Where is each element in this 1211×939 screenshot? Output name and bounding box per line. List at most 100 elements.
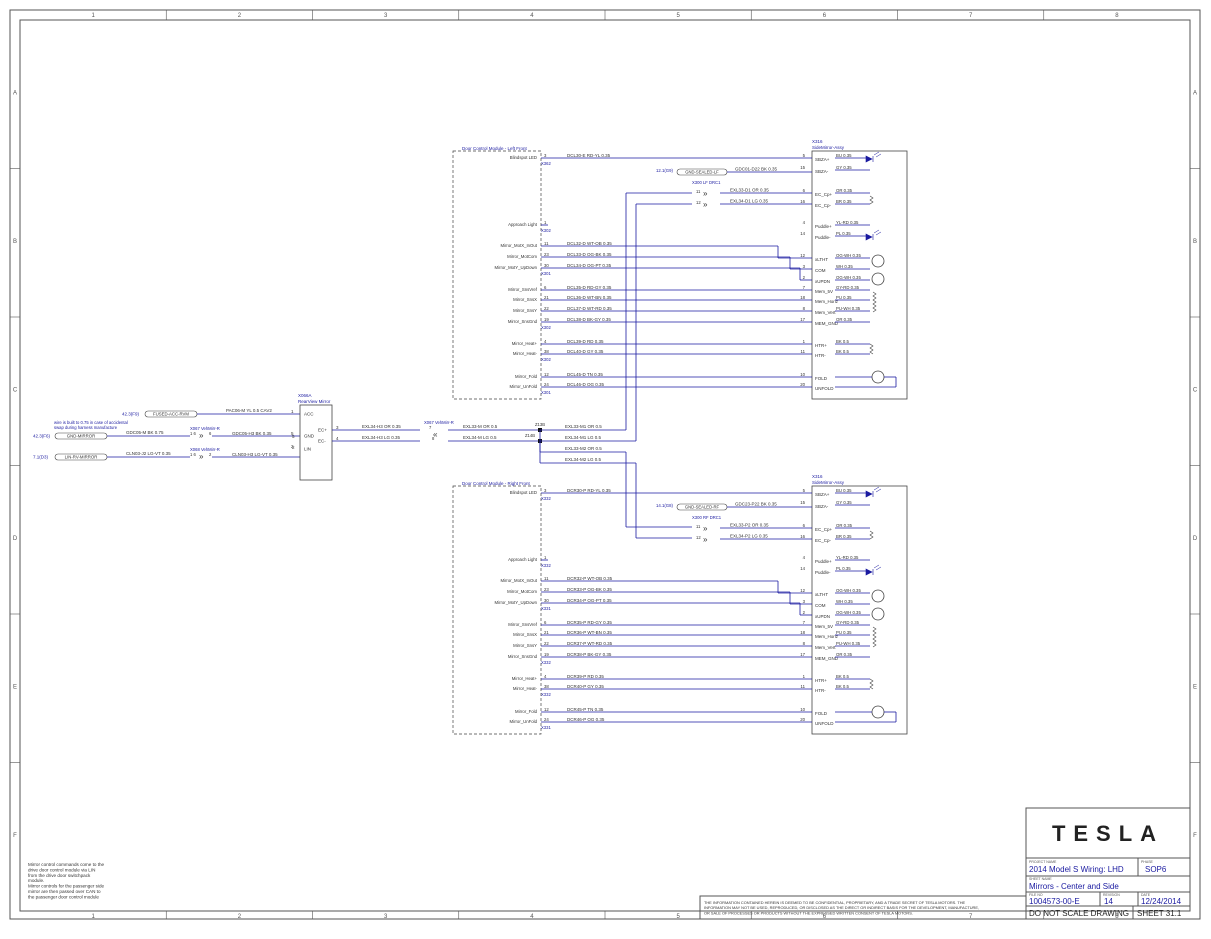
mirror-pin-number: 3: [803, 599, 806, 604]
wire-label: OR 0.35: [836, 188, 853, 193]
note-line: Mirror control commands come to the: [28, 862, 105, 867]
splice-id: Z13B: [535, 422, 545, 427]
dcm-pin-name: Mirror_Heat+: [512, 341, 538, 346]
connector-pin: 11: [696, 189, 701, 194]
mirror-pin-name: FOLD: [815, 711, 828, 716]
led-icon: [865, 490, 874, 498]
sub-connector-id: X302: [541, 357, 551, 362]
connector-id: X300 RF DRC1: [692, 515, 722, 520]
sub-connector-id: X302: [541, 325, 551, 330]
dcm-pin-name: Mirror_Heat+: [512, 676, 538, 681]
mirror-pin-number: 10: [800, 707, 805, 712]
mirror-pin-number: 10: [800, 372, 805, 377]
wire-label: OR 0.35: [836, 523, 853, 528]
grid-column-label-top: 7: [969, 13, 973, 19]
wire-label: BR 0.35: [836, 199, 852, 204]
grid-column-label-top: 1: [91, 13, 95, 19]
mirror-pin-number: 2: [803, 275, 806, 280]
dcm-pin-number: 12: [544, 707, 549, 712]
wire-label: BK 0.5: [836, 684, 850, 689]
led-ray: [873, 486, 880, 491]
mirror-pin-name: EC_Cp-: [815, 538, 832, 543]
wire-label: CLN03-J2 LG-VT 0.35: [126, 451, 171, 456]
sub-connector-id: X301: [541, 390, 551, 395]
grid-row-label-right: D: [1193, 536, 1198, 542]
pin-number: 1: [291, 409, 294, 414]
component-name: SideMirror-Assy: [812, 480, 845, 485]
wire-label: BK 0.5: [836, 674, 850, 679]
note-line: Mirror controls for the passenger side: [28, 884, 105, 889]
mirror-pin-number: 5: [803, 153, 806, 158]
mirror-pin-name: Mem_Vert: [815, 645, 836, 650]
project-label: PROJECT NAME: [1029, 860, 1057, 864]
pin-label: LIN: [304, 447, 311, 452]
dcm-pin-name: Mirror_Fold: [515, 374, 538, 379]
mirror-pin-number: 20: [800, 717, 805, 722]
mirror-pin-name: SBZA+: [815, 157, 830, 162]
mirror-pin-name: xLTHT: [815, 592, 828, 597]
dcm-pin-name: Approach Light: [508, 557, 538, 562]
wire-label: DCL32-D WT-OB 0.35: [567, 241, 612, 246]
grid-column-label-top: 2: [238, 13, 242, 19]
wire-label: PU 0.35: [836, 630, 852, 635]
wire-note: swap during harness manufacture: [54, 425, 118, 430]
wire-label: DCL45-D TN 0.35: [567, 372, 603, 377]
ec-glass-icon: [869, 195, 874, 205]
connector-symbol: »: [703, 189, 708, 198]
motor-icon: [871, 254, 885, 268]
grid-row-label-right: B: [1193, 239, 1197, 245]
notes-block: Mirror control commands come to thedrive…: [28, 862, 105, 899]
wire-label: BU 0.35: [836, 153, 852, 158]
sheet-name-label: SHEET NAME: [1029, 877, 1052, 881]
connector-symbol: »: [703, 535, 708, 544]
led-ray: [875, 488, 882, 493]
mirror-pin-number: 3: [803, 264, 806, 269]
wire-label: GY-RD 0.35: [836, 285, 860, 290]
grid-row-label-left: F: [13, 833, 17, 839]
wire-label: DCL35-D RD-GY 0.35: [567, 285, 612, 290]
component-name: SideMirror-Assy: [812, 145, 845, 150]
door-control-module-box: [452, 485, 542, 735]
mirror-pin-name: xLTHT: [815, 257, 828, 262]
connector-symbol: »: [199, 452, 204, 461]
wire-label: DCR46-P OG 0.35: [567, 717, 605, 722]
led-ray: [875, 566, 882, 571]
mirror-pin-number: 14: [800, 566, 805, 571]
wire-label: DCL37-D WT-RD 0.35: [567, 306, 612, 311]
mirror-pin-name: xUPDN: [815, 614, 830, 619]
mirror-pin-name: Puddle+: [815, 224, 832, 229]
dcm-pin-name: Mirror_SnsVref: [508, 622, 538, 627]
mirror-pin-number: 4: [803, 220, 806, 225]
grid-row-label-left: A: [13, 90, 17, 96]
dcm-pin-number: 6: [544, 620, 547, 625]
project-name: 2014 Model S Wiring: LHD: [1029, 865, 1124, 874]
sheet-name: Mirrors - Center and Side: [1029, 882, 1119, 891]
mirror-pin-number: 17: [800, 652, 805, 657]
led-icon: [865, 233, 874, 241]
ec-glass-icon: [869, 530, 874, 540]
splice-id: Z14B: [525, 433, 535, 438]
note-line: mirror are then passed over CAN to: [28, 889, 101, 894]
wire-label: GDC01-D22 BK 0.35: [735, 167, 778, 172]
mirror-pin-number: 1: [803, 674, 806, 679]
dcm-pin-number: 3: [544, 488, 547, 493]
sheet-reference: 7.1(D3): [33, 455, 49, 460]
net-name: LIN-RV-MIRROR: [65, 455, 98, 460]
wire-label: DCL34-D OG-PT 0.35: [567, 263, 612, 268]
dcm-pin-name: Mirror_MotCom: [507, 254, 537, 259]
pin-label: EC+: [318, 428, 327, 433]
wire-label: DCR38-P BK-GY 0.35: [567, 652, 612, 657]
mirror-pin-number: 4: [803, 555, 806, 560]
pin-number: 4: [336, 436, 339, 441]
dcm-pin-number: 1: [544, 555, 547, 560]
dcm-pin-number: 23: [544, 252, 549, 257]
mirror-pin-name: FOLD: [815, 376, 828, 381]
dcm-pin-number: 6: [544, 285, 547, 290]
led-icon: [865, 155, 874, 163]
door-right-front: Door Control Module - Right Front X316Sid…: [452, 474, 908, 735]
note-line: module.: [28, 878, 44, 883]
mirror-pin-name: Puddle-: [815, 235, 831, 240]
dcm-pin-name: Mirror_SnsX: [513, 297, 537, 302]
sub-connector-id: X332: [541, 660, 551, 665]
mirror-pin-number: 18: [800, 295, 805, 300]
